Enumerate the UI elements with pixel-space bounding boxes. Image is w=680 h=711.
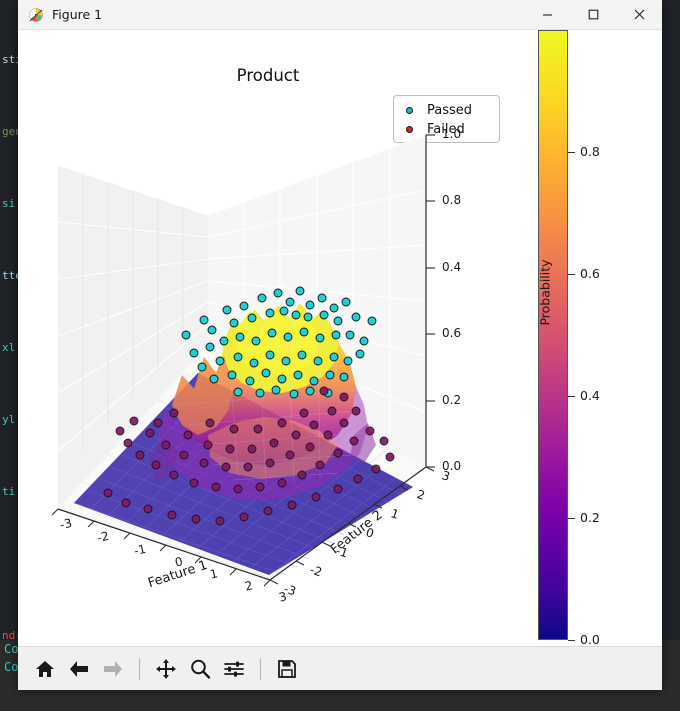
figure-canvas[interactable]: Product Passed Failed -3 -2 -1 0 1 2 3 F… [18, 30, 662, 646]
zaxis-ticks [426, 134, 435, 468]
colorbar-tick [568, 518, 575, 519]
colorbar-tick-label: 0.8 [580, 144, 600, 159]
colorbar-tick [568, 152, 575, 153]
colorbar[interactable] [538, 30, 568, 640]
colorbar-group[interactable]: 0.0 0.2 0.4 0.6 0.8 Probability [530, 30, 650, 646]
colorbar-tick-label: 0.2 [580, 510, 600, 525]
minimize-button[interactable] [524, 0, 570, 30]
matplotlib-figure-window[interactable]: Figure 1 Product Passed Failed -3 -2 -1 … [18, 0, 662, 690]
colorbar-axis-label: Probability [537, 259, 553, 326]
home-icon[interactable] [30, 654, 60, 684]
zaxis-tick-label: 1.0 [442, 127, 462, 141]
matplotlib-icon [28, 7, 44, 23]
save-icon[interactable] [272, 654, 302, 684]
forward-arrow-icon[interactable] [98, 654, 128, 684]
zoom-icon[interactable] [185, 654, 215, 684]
maximize-button[interactable] [570, 0, 616, 30]
close-button[interactable] [616, 0, 662, 30]
colorbar-tick-label: 0.0 [580, 632, 600, 646]
zaxis-tick-label: 0.8 [442, 193, 462, 207]
zaxis-tick-label: 0.2 [442, 393, 462, 407]
zaxis-tick-label: 0.6 [442, 326, 462, 340]
colorbar-tick [568, 396, 575, 397]
pan-icon[interactable] [151, 654, 181, 684]
colorbar-tick-label: 0.6 [580, 266, 600, 281]
configure-subplots-icon[interactable] [219, 654, 249, 684]
figure-toolbar[interactable] [18, 646, 662, 690]
toolbar-separator [139, 657, 140, 680]
window-titlebar[interactable]: Figure 1 [18, 0, 662, 30]
zaxis-tick-label: 0.4 [442, 260, 462, 274]
colorbar-tick-label: 0.4 [580, 388, 600, 403]
toolbar-separator [260, 657, 261, 680]
plot-title: Product [236, 66, 300, 85]
colorbar-tick [568, 274, 575, 275]
axes-3d[interactable]: -3 -2 -1 0 1 2 3 Feature 1 -3 -2 -1 0 1 … [38, 105, 508, 615]
zaxis-tick-label: 0.0 [442, 459, 462, 473]
colorbar-tick [568, 640, 575, 641]
back-arrow-icon[interactable] [64, 654, 94, 684]
window-title: Figure 1 [52, 7, 103, 22]
